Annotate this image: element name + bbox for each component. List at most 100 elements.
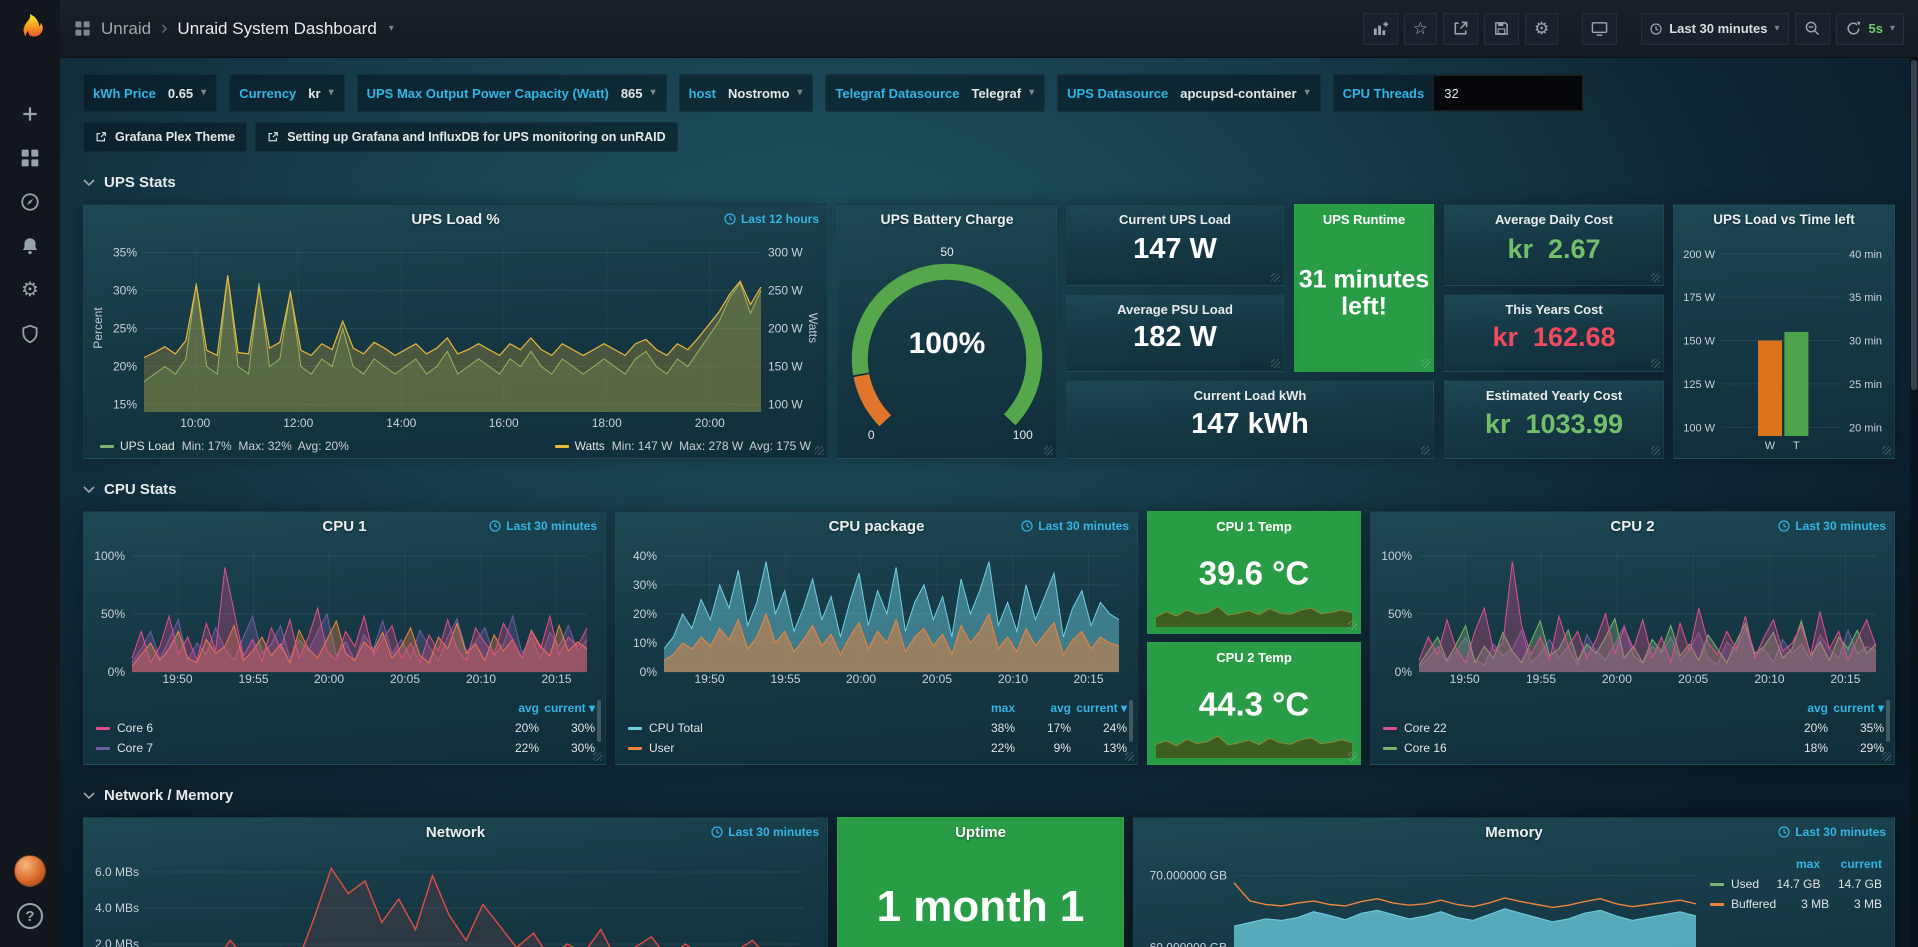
help-button[interactable]: ? — [17, 903, 43, 929]
legend-item[interactable]: Core 722%30% — [96, 738, 595, 758]
series-color-dash — [1710, 903, 1724, 906]
link-grafana-plex-theme[interactable]: Grafana Plex Theme — [83, 122, 247, 152]
chevron-down-icon — [83, 791, 95, 800]
legend-item[interactable]: Used14.7 GB14.7 GB — [1710, 874, 1882, 894]
cpu1-svg[interactable]: 19:5019:5520:0020:0520:1020:15100%50%0% — [94, 542, 593, 688]
dashboard-settings-button[interactable]: ⚙ — [1525, 13, 1558, 45]
stat-value: 44.3 °C — [1148, 685, 1360, 723]
zoom-out-button[interactable] — [1795, 13, 1830, 45]
panel-time-override: Last 30 minutes — [1021, 519, 1129, 533]
tick-label: 100 W — [768, 397, 803, 411]
cpu-threads-input[interactable] — [1433, 75, 1583, 111]
cpu2-chart[interactable]: 19:5019:5520:0020:0520:1020:15100%50%0% — [1381, 542, 1882, 688]
tick-label: 100 — [1013, 428, 1033, 442]
sidebar-admin-button[interactable] — [0, 312, 60, 356]
legend-item[interactable]: UPS LoadMin: 17% Max: 32% Avg: 20% — [100, 439, 349, 453]
panel-cpu2-temp: CPU 2 Temp 44.3 °C — [1147, 642, 1361, 765]
row-header-network-memory[interactable]: Network / Memory — [83, 783, 1900, 807]
legend-item[interactable]: CPU Total38%17%24% — [628, 718, 1127, 738]
ups_load-svg[interactable]: 10:0012:0014:0016:0018:0020:0035%30%25%2… — [100, 235, 811, 432]
grafana-logo-icon[interactable] — [0, 0, 60, 58]
legend-item[interactable]: Buffered3 MB3 MB — [1710, 894, 1882, 914]
save-dashboard-button[interactable] — [1484, 13, 1519, 45]
panel-time-override: Last 30 minutes — [489, 519, 597, 533]
row-header-ups-stats[interactable]: UPS Stats — [83, 170, 1900, 194]
sidebar-configuration-button[interactable]: ⚙ — [0, 268, 60, 312]
star-dashboard-button[interactable]: ☆ — [1404, 13, 1437, 45]
panel-ups-runtime: UPS Runtime 31 minutes left! — [1294, 204, 1434, 372]
variable-value-dropdown[interactable]: Nostromo▾ — [725, 86, 812, 101]
series-color-dash — [100, 445, 114, 448]
legend-item[interactable]: WattsMin: 147 W Max: 278 W Avg: 175 W — [555, 439, 811, 453]
legend-scrollbar[interactable] — [597, 700, 601, 742]
dashboard-title[interactable]: Unraid System Dashboard — [177, 19, 376, 39]
network-svg[interactable]: 6.0 MBs4.0 MBs2.0 MBs — [94, 848, 813, 947]
stat-title[interactable]: UPS Runtime — [1295, 212, 1433, 227]
link-ups-monitoring-guide[interactable]: Setting up Grafana and InfluxDB for UPS … — [255, 122, 677, 152]
add-panel-button[interactable] — [1363, 13, 1398, 45]
gear-icon: ⚙ — [1534, 20, 1549, 37]
stat-title[interactable]: Average Daily Cost — [1445, 212, 1663, 227]
external-link-icon — [267, 131, 279, 143]
panel-network: Network Last 30 minutes 6.0 MBs4.0 MBs2.… — [83, 817, 828, 947]
ups-load-chart[interactable]: 10:0012:0014:0016:0018:0020:0035%30%25%2… — [100, 235, 811, 432]
legend-scrollbar[interactable] — [1886, 700, 1890, 742]
tick-label: 200 W — [1683, 249, 1715, 261]
tick-label: 60.000000 GB — [1150, 941, 1227, 947]
refresh-button[interactable]: 5s ▾ — [1836, 13, 1905, 45]
tick-label: 30% — [633, 578, 657, 592]
variable-label: Currency — [230, 86, 305, 101]
memory-chart[interactable]: 70.000000 GB60.000000 GB50.000000 GB — [1144, 848, 1704, 947]
stat-title[interactable]: CPU 1 Temp — [1148, 519, 1360, 534]
tick-label: 16:00 — [489, 416, 519, 430]
stat-value: kr 162.68 — [1445, 322, 1663, 353]
stat-title[interactable]: This Years Cost — [1445, 302, 1663, 317]
stat-title[interactable]: Average PSU Load — [1067, 302, 1283, 317]
stat-value: 1 month 1 — [838, 882, 1123, 932]
cycle-view-button[interactable] — [1582, 13, 1617, 45]
sidebar-explore-button[interactable] — [0, 180, 60, 224]
share-dashboard-button[interactable] — [1443, 13, 1478, 45]
panel-title[interactable]: Uptime — [838, 818, 1123, 846]
panel-ups-battery-charge: UPS Battery Charge 050100 100% — [837, 204, 1057, 459]
panel-title[interactable]: UPS Battery Charge — [838, 205, 1056, 233]
variable-label: UPS Max Output Power Capacity (Watt) — [358, 86, 618, 101]
tick-label: 100 W — [1683, 422, 1715, 434]
variable-value-dropdown[interactable]: apcupsd-container▾ — [1177, 86, 1319, 101]
legend-item[interactable]: Core 2220%35% — [1383, 718, 1884, 738]
variable-value-dropdown[interactable]: 0.65▾ — [165, 86, 216, 101]
clock-icon — [1650, 23, 1662, 35]
sidebar-dashboards-button[interactable] — [0, 136, 60, 180]
user-avatar[interactable] — [14, 855, 46, 887]
cpu1-chart[interactable]: 19:5019:5520:0020:0520:1020:15100%50%0% — [94, 542, 593, 688]
row-header-cpu-stats[interactable]: CPU Stats — [83, 477, 1900, 501]
cpu-package-chart[interactable]: 19:5019:5520:0020:0520:1020:1540%30%20%1… — [626, 542, 1125, 688]
legend-item[interactable]: User22%9%13% — [628, 738, 1127, 758]
tick-label: 19:50 — [162, 672, 192, 686]
bell-icon — [20, 236, 40, 256]
variable-value-dropdown[interactable]: 865▾ — [618, 86, 666, 101]
stat-title[interactable]: Current UPS Load — [1067, 212, 1283, 227]
sidebar-alerting-button[interactable] — [0, 224, 60, 268]
panel-title[interactable]: UPS Load % — [84, 205, 827, 233]
tick-label: 4.0 MBs — [95, 901, 139, 915]
cpu_pkg-svg[interactable]: 19:5019:5520:0020:0520:1020:1540%30%20%1… — [626, 542, 1125, 688]
memory-svg[interactable]: 70.000000 GB60.000000 GB50.000000 GB — [1144, 848, 1704, 947]
caret-down-icon[interactable]: ▾ — [389, 24, 394, 34]
stat-title[interactable]: CPU 2 Temp — [1148, 650, 1360, 665]
legend-item[interactable]: Core 620%30% — [96, 718, 595, 738]
variable-value-dropdown[interactable]: kr▾ — [305, 86, 343, 101]
stat-title[interactable]: Current Load kWh — [1067, 388, 1433, 403]
time-picker-button[interactable]: Last 30 minutes ▾ — [1641, 13, 1788, 45]
legend-scrollbar[interactable] — [1129, 700, 1133, 742]
variable-value-dropdown[interactable]: Telegraf▾ — [968, 86, 1044, 101]
scrollbar-thumb[interactable] — [1911, 60, 1917, 390]
panel-title[interactable]: UPS Load vs Time left — [1674, 205, 1894, 233]
sidebar-create-button[interactable] — [0, 92, 60, 136]
stat-title[interactable]: Estimated Yearly Cost — [1445, 388, 1663, 403]
legend-item[interactable]: Core 1618%29% — [1383, 738, 1884, 758]
breadcrumb-folder[interactable]: Unraid — [101, 19, 151, 39]
cpu-stats-row: CPU 1 Last 30 minutes 19:5019:5520:0020:… — [83, 511, 1900, 765]
network-chart[interactable]: 6.0 MBs4.0 MBs2.0 MBs — [94, 848, 813, 947]
cpu2-svg[interactable]: 19:5019:5520:0020:0520:1020:15100%50%0% — [1381, 542, 1882, 688]
